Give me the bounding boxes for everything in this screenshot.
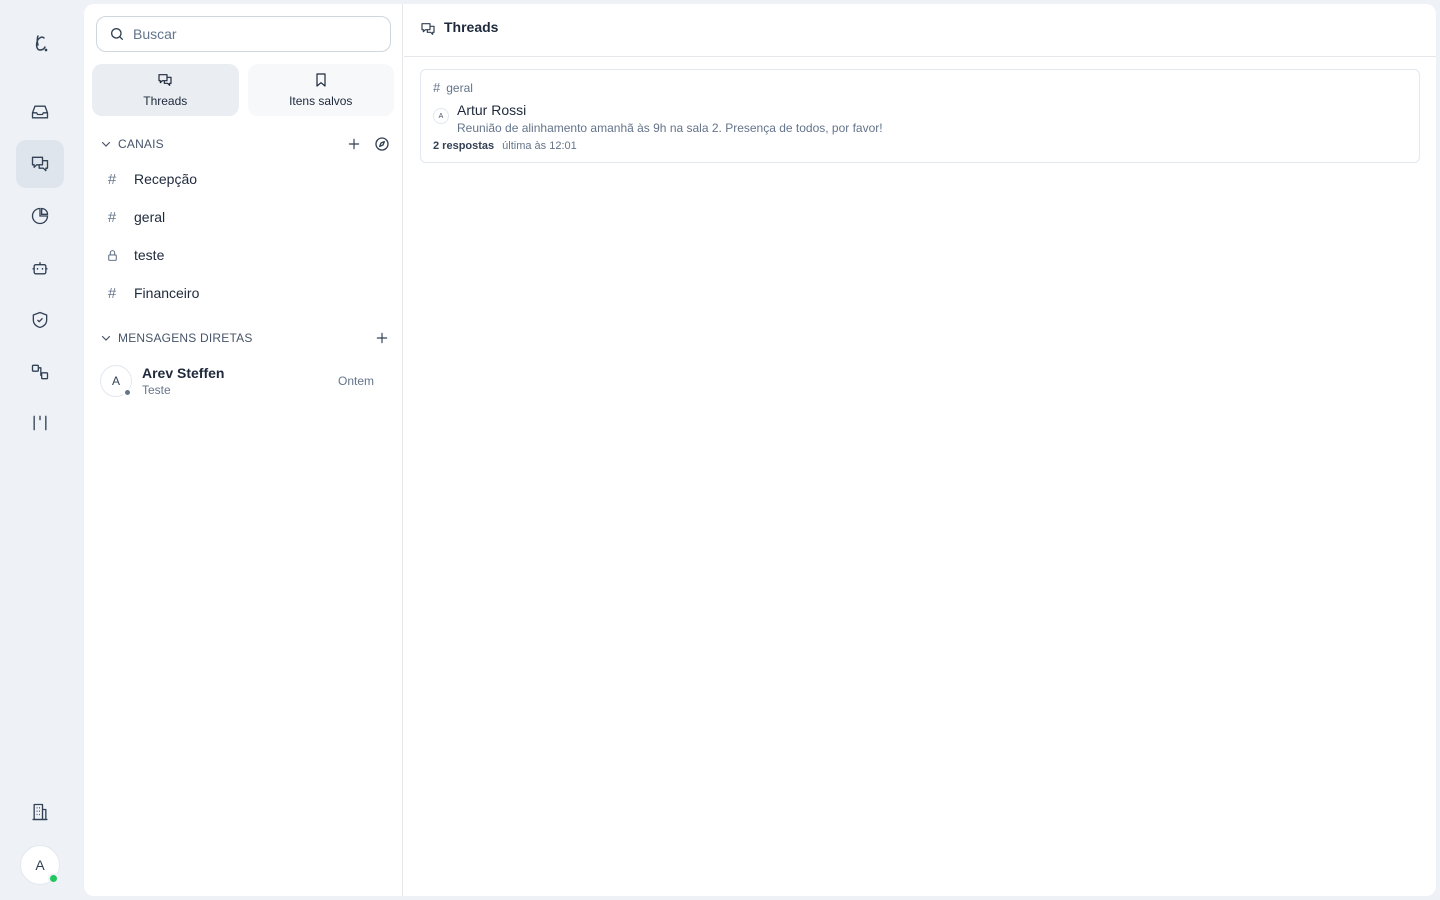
workflow-icon[interactable] [16, 348, 64, 396]
channel-sidebar: Threads Itens salvos CANAIS [84, 4, 403, 896]
channels-section-header[interactable]: CANAIS [100, 134, 392, 154]
search-box[interactable] [96, 16, 391, 52]
kanban-icon[interactable] [16, 399, 64, 447]
search-icon [109, 26, 125, 42]
avatar-initial: A [111, 374, 120, 388]
thread-channel-label: geral [446, 80, 473, 95]
channels-section-label: CANAIS [118, 137, 164, 151]
chevron-down-icon[interactable] [100, 138, 112, 150]
bookmark-icon [313, 72, 329, 88]
thread-meta: 2 respostas última às 12:01 [433, 140, 577, 152]
dm-preview: Teste [142, 383, 171, 397]
avatar: A [433, 108, 449, 124]
dm-section-label: MENSAGENS DIRETAS [118, 331, 253, 345]
lock-icon [100, 243, 124, 267]
channel-label: Recepção [134, 171, 198, 187]
hash-icon: # [107, 208, 117, 226]
bot-icon[interactable] [16, 244, 64, 292]
dm-section-header[interactable]: MENSAGENS DIRETAS [100, 328, 392, 348]
threads-header-icon [420, 21, 436, 37]
search-input[interactable] [133, 26, 373, 42]
avatar: A [100, 365, 132, 397]
threads-nav-icon[interactable] [16, 140, 64, 188]
chat-bubbles-icon [157, 72, 173, 88]
channel-item-recepcao[interactable]: # Recepção [100, 163, 390, 195]
dm-item[interactable]: A Arev Steffen Teste Ontem [100, 364, 390, 398]
icon-rail: A [0, 0, 80, 900]
hash-icon: # [107, 170, 117, 188]
inbox-icon[interactable] [16, 88, 64, 136]
tab-saved-items-label: Itens salvos [289, 94, 353, 108]
user-avatar[interactable]: A [20, 845, 60, 885]
thread-last-reply: última às 12:01 [502, 140, 577, 152]
dm-time: Ontem [337, 374, 374, 388]
chevron-down-icon[interactable] [100, 332, 112, 344]
thread-author: Artur Rossi Reunião de alinhamento amanh… [457, 102, 883, 135]
channel-item-geral[interactable]: # geral [100, 201, 390, 233]
dm-text: Arev Steffen Teste [142, 365, 338, 397]
thread-author-row: A Artur Rossi Reunião de alinhamento ama… [433, 102, 883, 135]
pie-chart-icon[interactable] [16, 192, 64, 240]
channel-label: geral [134, 209, 166, 225]
sidebar-tabs: Threads Itens salvos [92, 64, 394, 116]
main-header: Threads [404, 4, 1436, 57]
shield-check-icon[interactable] [16, 296, 64, 344]
thread-message: Reunião de alinhamento amanhã às 9h na s… [457, 121, 883, 135]
hash-icon: # [433, 80, 441, 95]
tab-threads[interactable]: Threads [92, 64, 239, 116]
add-dm-icon[interactable] [372, 328, 392, 348]
building-icon[interactable] [16, 788, 64, 836]
add-channel-icon[interactable] [344, 134, 364, 154]
explore-channels-icon[interactable] [372, 134, 392, 154]
channel-item-financeiro[interactable]: # Financeiro [100, 277, 390, 309]
page-title: Threads [444, 19, 499, 35]
tab-saved-items[interactable]: Itens salvos [247, 64, 394, 116]
channel-label: Financeiro [134, 285, 200, 301]
avatar-initial: A [438, 112, 444, 120]
thread-channel: # geral [433, 80, 473, 95]
dm-name: Arev Steffen [142, 365, 225, 381]
app-panel: Threads Itens salvos CANAIS [84, 4, 1436, 896]
thread-card[interactable]: # geral A Artur Rossi Reunião de alinham… [420, 69, 1420, 163]
thread-author-name: Artur Rossi [457, 102, 527, 118]
online-status-dot [48, 873, 59, 884]
thread-replies[interactable]: 2 respostas [433, 140, 494, 152]
channel-label: teste [134, 247, 165, 263]
channel-item-teste[interactable]: teste [100, 239, 390, 271]
user-avatar-initial: A [35, 857, 45, 873]
threads-view: Threads # geral A Artur Rossi Reunião de… [404, 4, 1436, 896]
tab-threads-label: Threads [143, 94, 188, 108]
logo-icon[interactable] [16, 20, 64, 68]
hash-icon: # [107, 284, 117, 302]
presence-dot [123, 388, 132, 397]
